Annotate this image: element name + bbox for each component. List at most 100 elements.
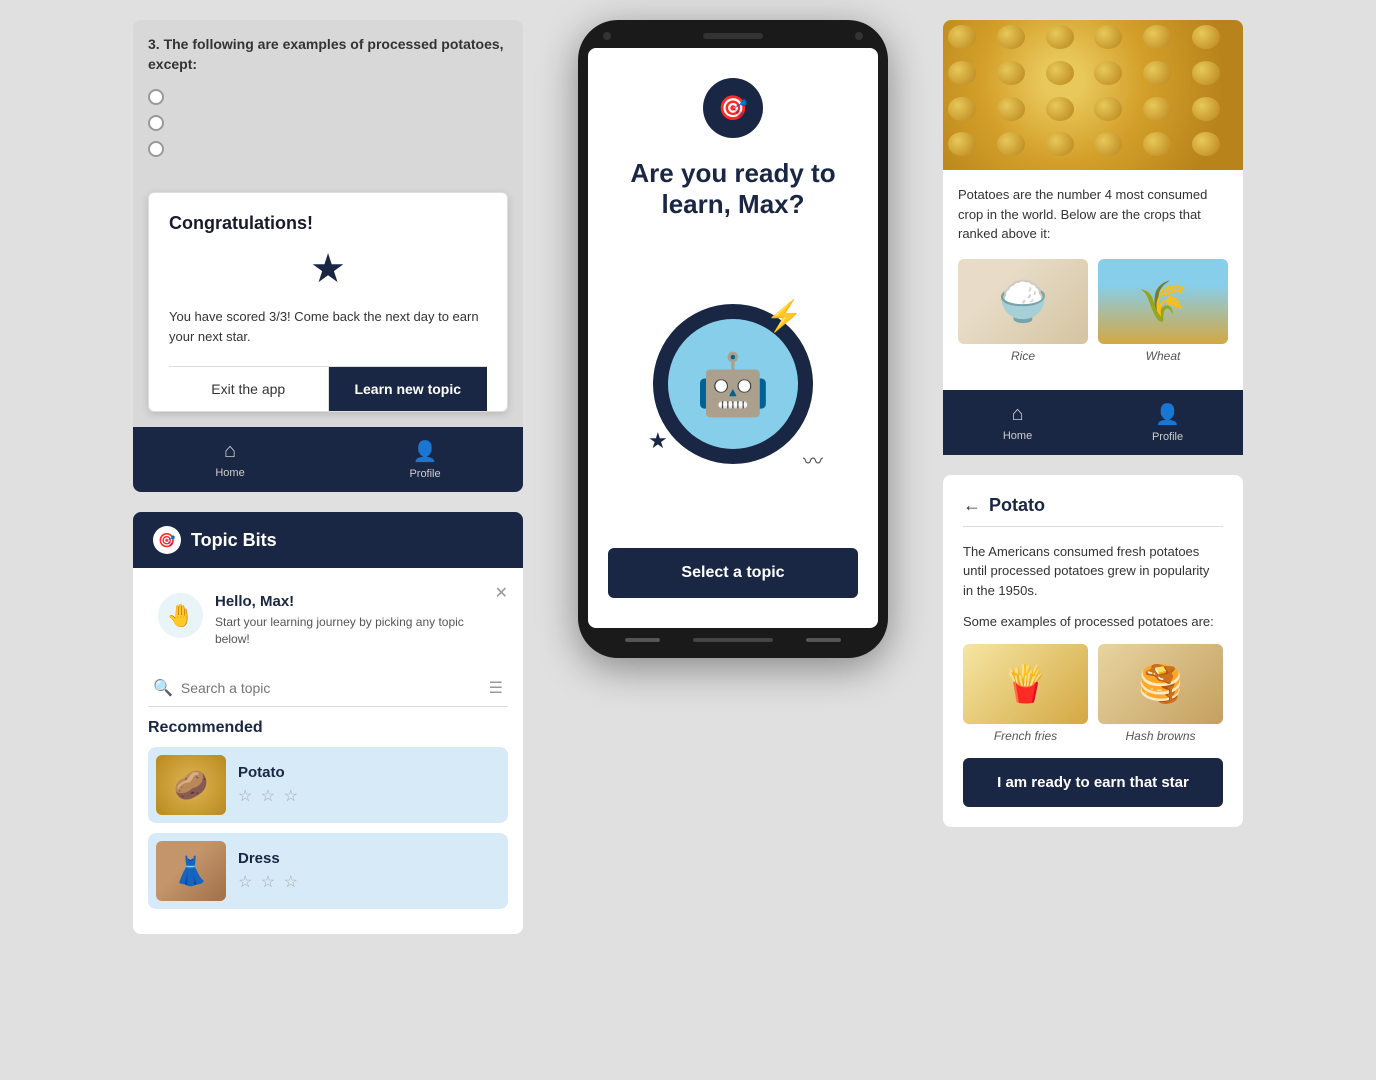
quiz-radio-3[interactable] (148, 141, 164, 157)
crop-wheat: 🌾 Wheat (1098, 259, 1228, 363)
profile-icon: 👤 (413, 439, 438, 464)
potato-6 (1192, 25, 1220, 49)
small-star-icon: ★ (648, 428, 668, 454)
lightning-icon: ⚡ (766, 299, 803, 334)
quiz-radio-2[interactable] (148, 115, 164, 131)
hello-card: 🤚 Hello, Max! Start your learning journe… (148, 583, 508, 658)
app-icon-symbol: 🎯 (718, 94, 748, 123)
illustration: 🤖 ⚡ ★ 〰 (643, 294, 823, 474)
potato-10 (1094, 61, 1122, 85)
potato-24 (1192, 132, 1220, 156)
proximity-sensor (855, 32, 863, 40)
detail-text-2: Some examples of processed potatoes are: (963, 612, 1223, 632)
potato-title: Potato (238, 764, 300, 781)
nav-home-left[interactable]: ⌂ Home (215, 440, 244, 479)
potato-4 (1094, 25, 1122, 49)
rice-image: 🍚 (958, 259, 1088, 344)
dress-stars: ☆ ☆ ☆ (238, 872, 300, 892)
close-hello-button[interactable]: ✕ (495, 583, 508, 603)
quiz-option-1 (148, 89, 508, 105)
phone-greeting: Are you ready to learn, Max? (608, 158, 858, 220)
potato-thumbnail (156, 755, 226, 815)
quiz-option-2 (148, 115, 508, 131)
bottom-nav-left: ⌂ Home 👤 Profile (133, 427, 523, 492)
nav-home-label: Home (215, 467, 244, 479)
potato-18 (1192, 97, 1220, 121)
wheat-label: Wheat (1098, 349, 1228, 363)
topic-card-potato[interactable]: Potato ☆ ☆ ☆ (148, 747, 508, 823)
dress-thumbnail (156, 841, 226, 901)
nav-profile-label: Profile (409, 468, 440, 480)
potato-8 (997, 61, 1025, 85)
detail-title: Potato (989, 495, 1045, 516)
phone-mockup: 🎯 Are you ready to learn, Max? 🤖 ⚡ ★ 〰 S… (578, 20, 888, 658)
potato-3 (1046, 25, 1074, 49)
recents-btn[interactable] (806, 638, 841, 642)
home-icon: ⌂ (224, 440, 236, 463)
circle-inner: 🤖 (668, 319, 798, 449)
hello-title: Hello, Max! (215, 593, 498, 610)
search-box[interactable]: 🔍 ☰ (148, 670, 508, 707)
processed-fries: 🍟 French fries (963, 644, 1088, 743)
home-btn[interactable] (693, 638, 773, 642)
potato-info: Potato ☆ ☆ ☆ (238, 764, 300, 806)
potato-20 (997, 132, 1025, 156)
topic-bits-logo: 🎯 (153, 526, 181, 554)
potato-5 (1143, 25, 1171, 49)
exit-button[interactable]: Exit the app (169, 367, 329, 411)
detail-text-1: The Americans consumed fresh potatoes un… (963, 542, 1223, 601)
phone-top-bar (588, 32, 878, 48)
potato-stars: ☆ ☆ ☆ (238, 786, 300, 806)
congrats-overlay: Congratulations! ★ You have scored 3/3! … (148, 192, 508, 412)
front-camera (603, 32, 611, 40)
potato-9 (1046, 61, 1074, 85)
quiz-radio-1[interactable] (148, 89, 164, 105)
filter-icon[interactable]: ☰ (489, 678, 503, 698)
nav-profile-left[interactable]: 👤 Profile (409, 439, 440, 480)
article-description: Potatoes are the number 4 most consumed … (958, 185, 1228, 244)
select-topic-button[interactable]: Select a topic (608, 548, 858, 598)
robot-icon: 🤖 (696, 349, 771, 420)
potato-19 (948, 132, 976, 156)
wheat-image: 🌾 (1098, 259, 1228, 344)
star-icon: ★ (169, 246, 487, 292)
potato-1 (948, 25, 976, 49)
back-btn[interactable] (625, 638, 660, 642)
home-icon-right: ⌂ (1011, 403, 1023, 426)
right-panel: Potatoes are the number 4 most consumed … (943, 20, 1243, 827)
app-icon: 🎯 (703, 78, 763, 138)
screen-top: 🎯 Are you ready to learn, Max? (608, 78, 858, 240)
potato-13 (948, 97, 976, 121)
phone-bottom-bar (588, 628, 878, 646)
article-hero-image (943, 20, 1243, 170)
fries-label: French fries (963, 729, 1088, 743)
potato-22 (1094, 132, 1122, 156)
article-text-section: Potatoes are the number 4 most consumed … (943, 170, 1243, 390)
nav-home-right-top[interactable]: ⌂ Home (1003, 403, 1032, 442)
congrats-title: Congratulations! (169, 213, 487, 234)
potato-2 (997, 25, 1025, 49)
processed-hashbrown: 🥞 Hash browns (1098, 644, 1223, 743)
topic-card-dress[interactable]: Dress ☆ ☆ ☆ (148, 833, 508, 909)
nav-home-right-label: Home (1003, 430, 1032, 442)
topic-bits-body: 🤚 Hello, Max! Start your learning journe… (133, 568, 523, 934)
potato-16 (1094, 97, 1122, 121)
crops-grid: 🍚 Rice 🌾 Wheat (958, 259, 1228, 363)
quiz-option-3 (148, 141, 508, 157)
potato-7 (948, 61, 976, 85)
fries-image: 🍟 (963, 644, 1088, 724)
bottom-nav-right-top: ⌂ Home 👤 Profile (943, 390, 1243, 455)
nav-profile-right-top[interactable]: 👤 Profile (1152, 402, 1183, 443)
hello-text: Hello, Max! Start your learning journey … (215, 593, 498, 648)
search-input[interactable] (181, 680, 481, 696)
rice-label: Rice (958, 349, 1088, 363)
hashbrown-label: Hash browns (1098, 729, 1223, 743)
topic-bits-title: Topic Bits (191, 530, 277, 551)
back-arrow-button[interactable]: ← (963, 495, 981, 516)
potato-detail-card: ← Potato The Americans consumed fresh po… (943, 475, 1243, 827)
learn-new-topic-button[interactable]: Learn new topic (329, 367, 488, 411)
earn-star-button[interactable]: I am ready to earn that star (963, 758, 1223, 807)
topic-bits-header: 🎯 Topic Bits (133, 512, 523, 568)
dress-info: Dress ☆ ☆ ☆ (238, 850, 300, 892)
dress-title: Dress (238, 850, 300, 867)
